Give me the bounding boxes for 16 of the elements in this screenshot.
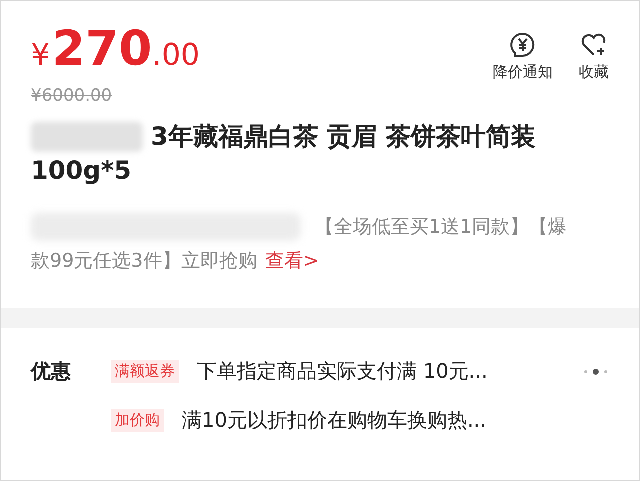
price-alert-button[interactable]: 降价通知 — [493, 31, 553, 82]
favorite-button[interactable]: 收藏 — [579, 31, 609, 82]
promo-tag: 加价购 — [111, 409, 164, 432]
price-tag-icon — [509, 31, 537, 59]
product-title: 100g*5 — [31, 155, 132, 187]
sale-price: ¥270.00 — [31, 20, 200, 79]
promo-description: 款99元任选3件】立即抢购 — [31, 249, 258, 274]
original-price: ¥6000.00 — [31, 86, 112, 106]
promo-text[interactable]: 下单指定商品实际支付满 10元... — [197, 358, 488, 385]
product-title: 3年藏福鼎白茶 贡眉 茶饼茶叶简装 — [151, 121, 536, 153]
more-dots-icon[interactable] — [583, 368, 609, 376]
promo-tag: 满额返券 — [111, 360, 179, 383]
section-heading: 优惠 — [31, 358, 72, 385]
promo-description: 【全场低至买1送1同款】【爆 — [315, 215, 568, 240]
view-link[interactable]: 查看> — [265, 244, 320, 278]
promo-text[interactable]: 满10元以折扣价在购物车换购热... — [182, 407, 487, 434]
